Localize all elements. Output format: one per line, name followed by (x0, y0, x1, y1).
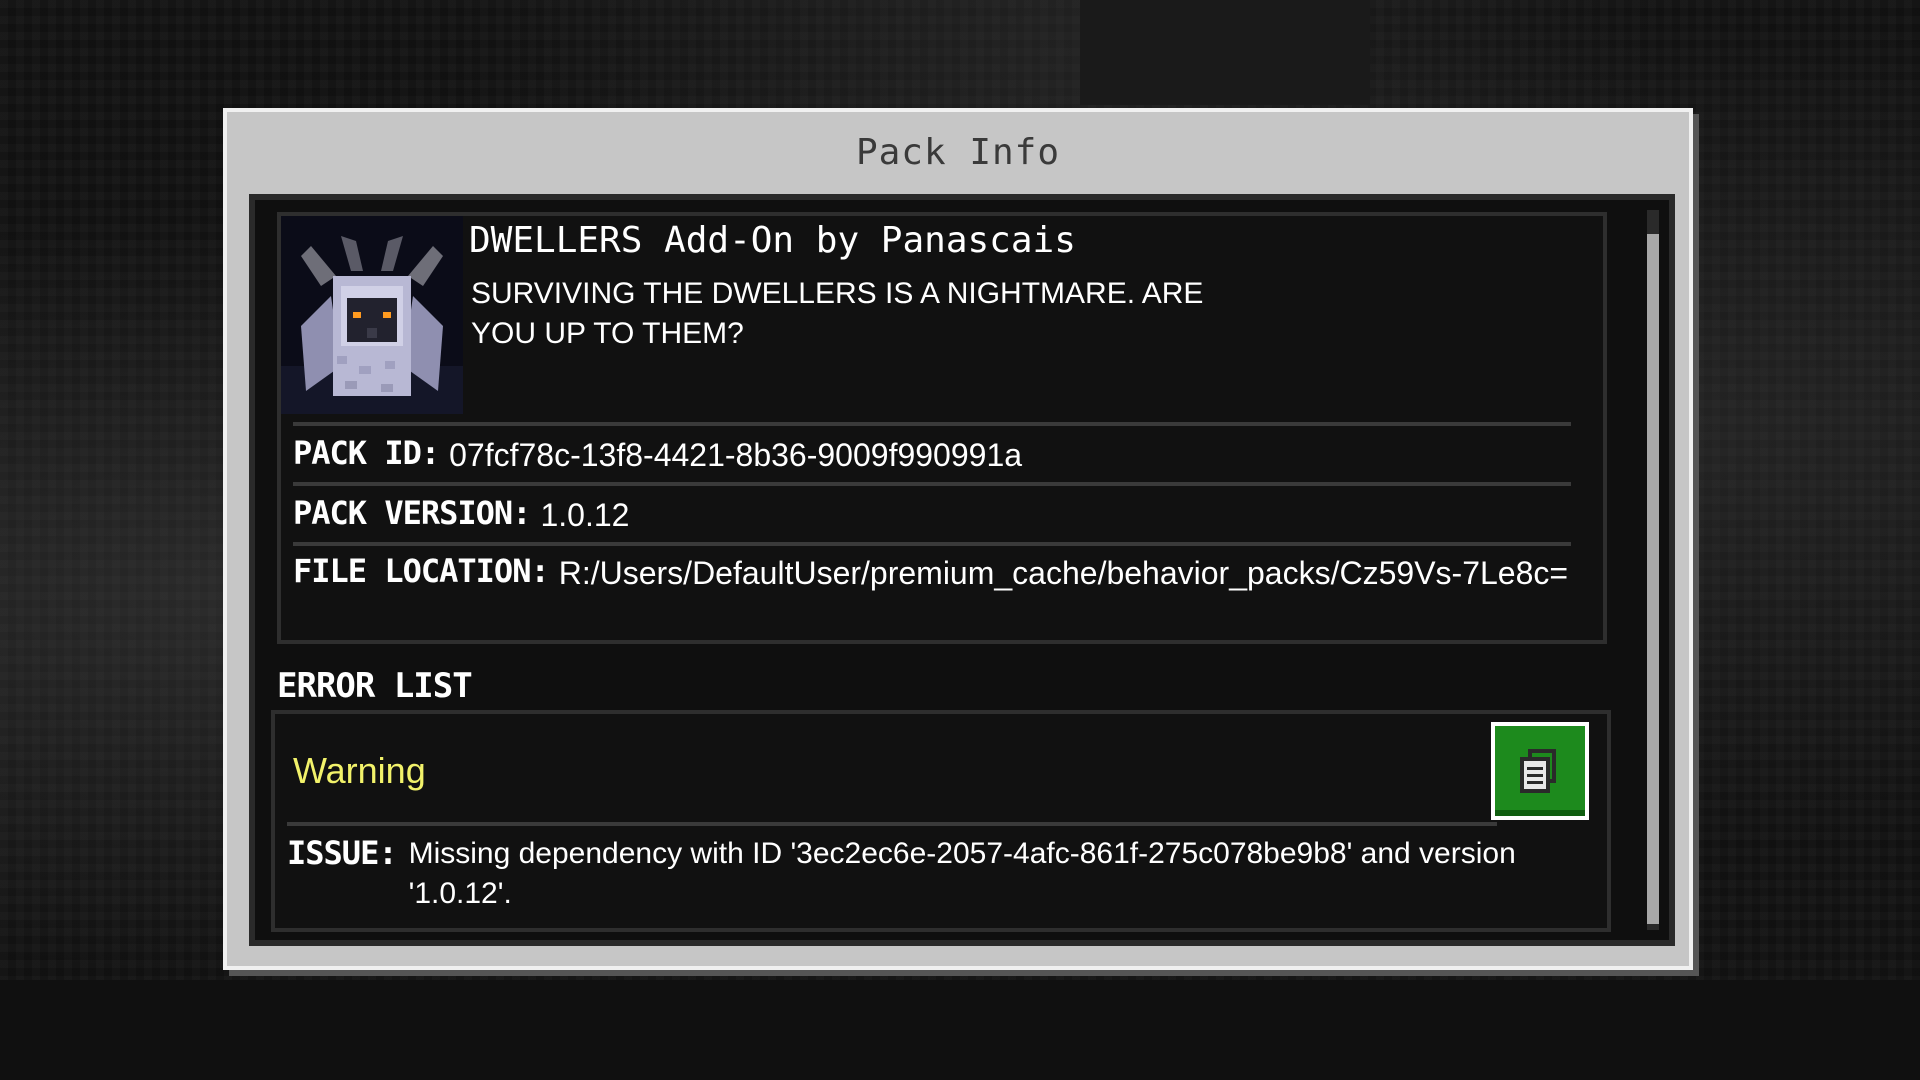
warning-severity-label: Warning (293, 750, 426, 791)
pack-description: SURVIVING THE DWELLERS IS A NIGHTMARE. A… (471, 277, 1204, 350)
dialog-content-panel[interactable]: DWELLERS Add-On by Panascais SURVIVING T… (249, 194, 1675, 946)
copy-clipboard-icon (1520, 749, 1556, 793)
pack-version-row: PACK VERSION: 1.0.12 (293, 494, 1593, 536)
file-location-row: FILE LOCATION: R:/Users/DefaultUser/prem… (293, 552, 1593, 594)
issue-text: Missing dependency with ID '3ec2ec6e-205… (408, 837, 1516, 910)
pack-id-value: 07fcf78c-13f8-4421-8b36-9009f990991a (449, 437, 1023, 473)
pack-id-label: PACK ID: (293, 434, 440, 472)
divider (293, 422, 1571, 426)
pack-version-label: PACK VERSION: (293, 494, 531, 532)
dialog-title: Pack Info (855, 131, 1061, 173)
copy-button[interactable] (1491, 722, 1589, 820)
divider (293, 482, 1571, 486)
pack-id-row: PACK ID: 07fcf78c-13f8-4421-8b36-9009f99… (293, 434, 1593, 476)
background-block (0, 980, 1920, 1080)
pack-version-value: 1.0.12 (540, 497, 630, 533)
divider (293, 542, 1571, 546)
scrollbar-track[interactable] (1647, 210, 1659, 930)
background-block (1080, 0, 1370, 105)
issue-label: ISSUE: (287, 834, 398, 872)
issue-row: ISSUE: Missing dependency with ID '3ec2e… (287, 834, 1587, 914)
scrollbar-thumb[interactable] (1647, 234, 1659, 924)
pack-details-card: DWELLERS Add-On by Panascais SURVIVING T… (277, 212, 1607, 644)
file-location-label: FILE LOCATION: (293, 552, 550, 590)
pack-icon-art (281, 216, 463, 414)
divider (287, 822, 1497, 826)
pack-info-dialog: Pack Info DWELLERS Add-On by Panascais S… (223, 108, 1693, 970)
file-location-value: R:/Users/DefaultUser/premium_cache/behav… (558, 555, 1569, 591)
error-list-title: ERROR LIST (277, 666, 473, 706)
dweller-creature-icon (281, 216, 463, 414)
pack-name: DWELLERS Add-On by Panascais (469, 220, 1076, 261)
error-list-item: Warning ISSUE: Missing dependency with I… (271, 710, 1611, 932)
